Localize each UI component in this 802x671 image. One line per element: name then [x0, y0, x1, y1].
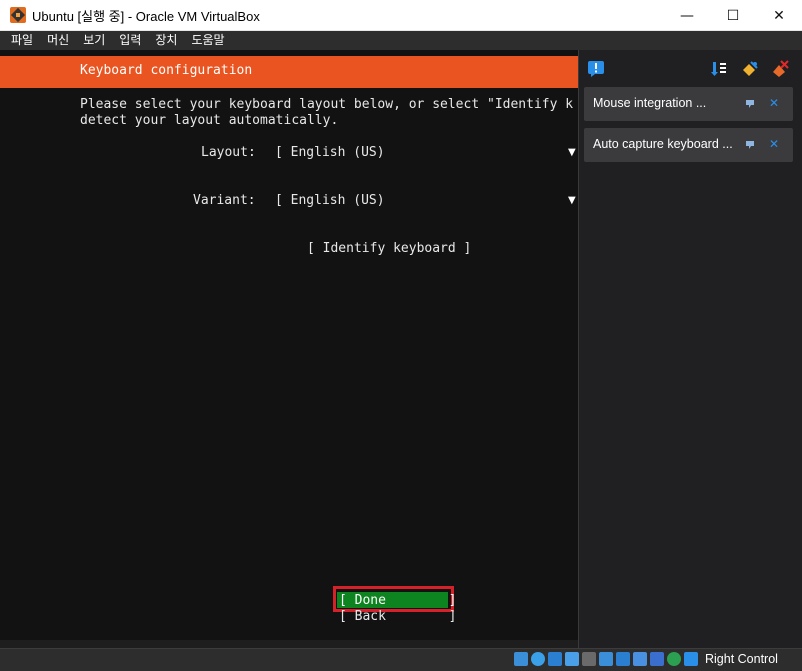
intro-text-line-1: Please select your keyboard layout below…: [80, 97, 574, 112]
menu-file[interactable]: 파일: [4, 31, 40, 50]
variant-dropdown-arrow-icon[interactable]: ▼: [568, 195, 576, 206]
identify-keyboard-button[interactable]: [ Identify keyboard ]: [307, 241, 471, 257]
variant-select[interactable]: [ English (US): [275, 193, 385, 209]
notification-close-icon[interactable]: ✕: [769, 136, 779, 152]
hard-disk-icon[interactable]: [514, 652, 528, 666]
menu-devices[interactable]: 장치: [148, 31, 184, 50]
notification-mouse-integration[interactable]: Mouse integration ... ✕: [584, 87, 793, 121]
notification-center-icon[interactable]: [587, 60, 605, 78]
virtualbox-app-icon: [10, 7, 26, 23]
layout-select[interactable]: [ English (US): [275, 145, 385, 161]
notification-panel: Mouse integration ... ✕ Auto capture key…: [578, 50, 802, 648]
minimize-button[interactable]: —: [664, 0, 710, 31]
notification-toolbar: [579, 56, 802, 82]
mouse-integration-icon[interactable]: [667, 652, 681, 666]
window-titlebar: Ubuntu [실행 중] - Oracle VM VirtualBox — ☐…: [0, 0, 802, 31]
installer-header: Keyboard configuration: [0, 56, 578, 88]
recording-icon[interactable]: [633, 652, 647, 666]
intro-text-line-2: detect your layout automatically.: [80, 113, 339, 128]
notification-text: Auto capture keyboard ...: [593, 137, 733, 151]
window-controls: — ☐ ✕: [664, 0, 802, 31]
done-button[interactable]: [ Done ]: [339, 593, 456, 609]
clear-all-notifications-icon[interactable]: [771, 60, 789, 78]
shared-folders-icon[interactable]: [599, 652, 613, 666]
status-icons: [514, 652, 698, 666]
usb-icon[interactable]: [582, 652, 596, 666]
keyboard-capture-icon[interactable]: [684, 652, 698, 666]
installer-title: Keyboard configuration: [80, 63, 253, 78]
vm-display[interactable]: Keyboard configuration Please select you…: [0, 50, 578, 640]
optical-drive-icon[interactable]: [531, 652, 545, 666]
maximize-button[interactable]: ☐: [710, 0, 756, 31]
menu-bar: 파일 머신 보기 입력 장치 도움말: [0, 31, 802, 50]
close-button[interactable]: ✕: [756, 0, 802, 31]
menu-help[interactable]: 도움말: [184, 31, 231, 50]
variant-label: Variant:: [193, 193, 256, 208]
menu-view[interactable]: 보기: [76, 31, 112, 50]
layout-dropdown-arrow-icon[interactable]: ▼: [568, 147, 576, 158]
audio-icon[interactable]: [548, 652, 562, 666]
network-icon[interactable]: [565, 652, 579, 666]
sort-notifications-icon[interactable]: [710, 60, 728, 78]
notification-info-icon[interactable]: [745, 99, 755, 109]
virtualization-icon[interactable]: [650, 652, 664, 666]
status-bar: Right Control: [0, 648, 802, 671]
notification-auto-capture-keyboard[interactable]: Auto capture keyboard ... ✕: [584, 128, 793, 162]
notification-info-icon[interactable]: [745, 140, 755, 150]
host-key-label: Right Control: [705, 652, 778, 666]
layout-label: Layout:: [201, 145, 256, 160]
menu-input[interactable]: 입력: [112, 31, 148, 50]
back-button[interactable]: [ Back ]: [339, 609, 456, 625]
window-title: Ubuntu [실행 중] - Oracle VM VirtualBox: [32, 8, 260, 24]
keep-notifications-icon[interactable]: [741, 60, 759, 78]
notification-text: Mouse integration ...: [593, 96, 707, 110]
menu-machine[interactable]: 머신: [40, 31, 76, 50]
display-icon[interactable]: [616, 652, 630, 666]
notification-close-icon[interactable]: ✕: [769, 95, 779, 111]
